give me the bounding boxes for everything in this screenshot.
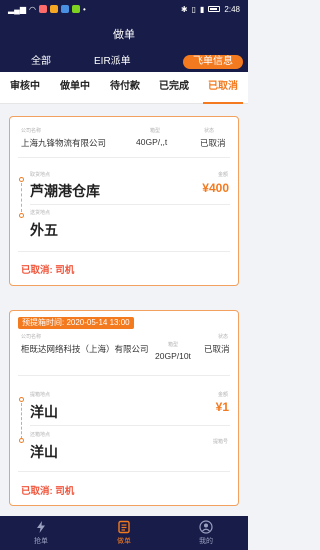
pickup-location: 洋山 xyxy=(30,404,58,420)
tab-reviewing[interactable]: 审核中 xyxy=(4,72,46,104)
notification-icon xyxy=(71,5,80,13)
divider xyxy=(18,375,230,376)
pickup-dot-icon xyxy=(19,397,24,402)
return-label: 送货地点 xyxy=(30,210,51,216)
order-card[interactable]: 公司名称 上海九锋物流有限公司 箱型 40GP/,,t 状态 已取消 取货地点 … xyxy=(9,116,239,286)
return-label: 还箱地点 xyxy=(30,432,51,438)
route-line xyxy=(21,183,22,212)
notification-icon xyxy=(49,5,58,13)
pickup-time-badge: 预提箱时间: 2020-05-14 13:00 xyxy=(18,317,134,329)
box-label: 箱型 xyxy=(168,342,179,348)
notification-icon xyxy=(60,5,69,13)
order-status: 已取消 xyxy=(204,344,230,354)
user-icon xyxy=(199,520,213,534)
divider xyxy=(30,425,230,426)
route-line xyxy=(21,403,22,439)
lightning-icon xyxy=(37,521,45,533)
order-card[interactable]: 预提箱时间: 2020-05-14 13:00 公司名称 柜既达网络科技（上海）… xyxy=(9,310,239,506)
company-name: 上海九锋物流有限公司 xyxy=(21,138,107,148)
nav-label: 我的 xyxy=(199,538,213,545)
status-label: 状态 xyxy=(204,128,215,134)
tab-cancelled[interactable]: 已取消 xyxy=(203,72,243,104)
return-location: 洋山 xyxy=(30,444,58,460)
return-dot-icon xyxy=(19,213,24,218)
company-label: 公司名称 xyxy=(21,128,42,134)
box-type: 20GP/10t xyxy=(155,351,191,361)
nav-label: 做单 xyxy=(117,538,131,545)
return-dot-icon xyxy=(19,438,24,443)
nav-mine[interactable]: 我的 xyxy=(186,520,226,546)
amount-label: 金额 xyxy=(217,392,228,398)
order-status: 已取消 xyxy=(200,138,226,148)
top-tabs: 全部 EIR派单 飞单信息 xyxy=(0,55,248,69)
more-icon: • xyxy=(82,4,86,14)
divider xyxy=(18,251,230,252)
return-location: 外五 xyxy=(30,222,58,238)
status-left: ▂▄▆ ◠ • xyxy=(8,5,86,14)
box-label: 箱型 xyxy=(150,128,161,134)
header: 做单 全部 EIR派单 飞单信息 xyxy=(0,18,248,72)
status-time: 2:48 xyxy=(224,4,240,14)
tab-flying-order[interactable]: 飞单信息 xyxy=(183,55,243,69)
signal-bars-icon: ▮ xyxy=(200,4,205,14)
pickup-dot-icon xyxy=(19,177,24,182)
page-title: 做单 xyxy=(113,29,135,41)
tab-pending-payment[interactable]: 待付款 xyxy=(104,72,146,104)
cancel-reason: 已取消: 司机 xyxy=(21,265,75,276)
document-icon xyxy=(118,520,130,534)
status-tabs: 审核中 做单中 待付款 已完成 已取消 xyxy=(0,72,248,104)
tab-in-progress[interactable]: 做单中 xyxy=(54,72,96,104)
amount: ¥400 xyxy=(202,181,229,195)
company-label: 公司名称 xyxy=(21,334,42,340)
status-bar: ▂▄▆ ◠ • ✱ ▯ ▮ 2:48 xyxy=(0,0,248,18)
tab-all[interactable]: 全部 xyxy=(31,55,51,69)
nav-grab-order[interactable]: 抢单 xyxy=(21,520,61,546)
container-number-label: 提箱号 xyxy=(212,439,228,445)
divider xyxy=(18,471,230,472)
cancel-reason: 已取消: 司机 xyxy=(21,486,75,497)
signal-icon: ▂▄▆ xyxy=(8,4,26,14)
nav-label: 抢单 xyxy=(34,538,48,545)
box-type: 40GP/,,t xyxy=(136,137,168,147)
amount-label: 金额 xyxy=(217,172,228,178)
pickup-location: 芦潮港仓库 xyxy=(30,183,100,199)
bluetooth-icon: ✱ xyxy=(180,4,188,14)
amount: ¥1 xyxy=(215,400,229,414)
status-label: 状态 xyxy=(218,334,229,340)
wifi-icon: ◠ xyxy=(28,4,36,14)
notification-icon xyxy=(38,5,47,13)
battery-icon xyxy=(208,6,221,12)
pickup-label: 取货地点 xyxy=(30,172,51,178)
divider xyxy=(30,204,230,205)
tab-completed[interactable]: 已完成 xyxy=(153,72,195,104)
status-right: ✱ ▯ ▮ 2:48 xyxy=(181,5,240,14)
tab-eir[interactable]: EIR派单 xyxy=(94,55,131,69)
vibrate-icon: ▯ xyxy=(191,4,197,14)
nav-do-order[interactable]: 做单 xyxy=(104,520,144,546)
divider xyxy=(18,157,230,158)
pickup-label: 提箱地点 xyxy=(30,392,51,398)
company-name: 柜既达网络科技（上海）有限公司 xyxy=(21,344,149,354)
bottom-nav: 抢单 做单 我的 xyxy=(0,516,248,550)
